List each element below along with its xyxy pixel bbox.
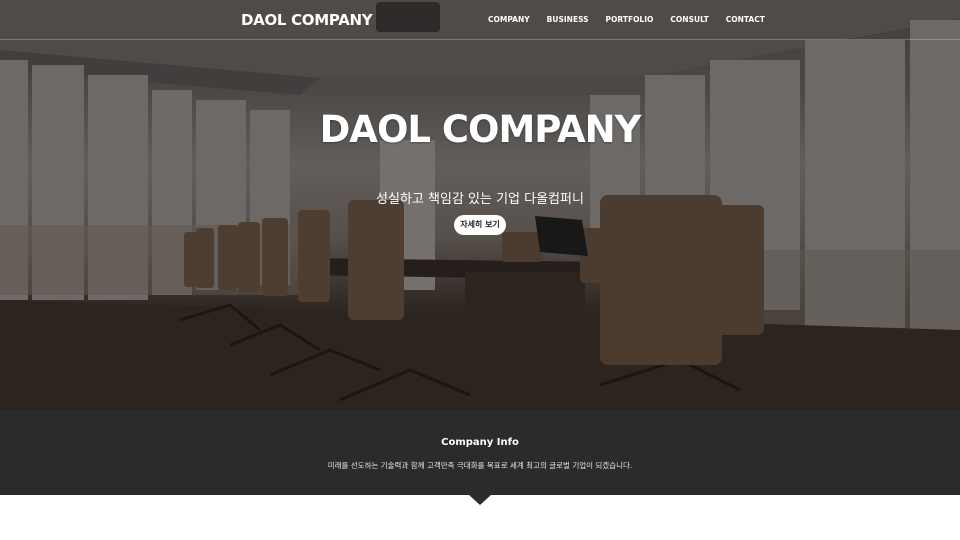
hero-title: DAOL COMPANY [319, 108, 642, 151]
section-pointer-arrow-icon [469, 495, 491, 505]
company-logo[interactable]: DAOL COMPANY [241, 11, 373, 29]
more-details-button[interactable]: 자세히 보기 [454, 215, 506, 235]
company-info-section: Company Info 미래를 선도하는 기술력과 함께 고객만족 극대화를 … [0, 410, 960, 495]
menu-item-portfolio[interactable]: PORTFOLIO [606, 15, 654, 24]
menu-item-contact[interactable]: CONTACT [726, 15, 765, 24]
hero-subtitle: 성실하고 책임감 있는 기업 다올컴퍼니 [376, 192, 584, 207]
menu-item-business[interactable]: BUSINESS [547, 15, 589, 24]
company-info-description: 미래를 선도하는 기술력과 함께 고객만족 극대화를 목표로 세계 최고의 글로… [327, 461, 633, 470]
menu-item-consult[interactable]: CONSULT [670, 15, 708, 24]
main-menu: COMPANY BUSINESS PORTFOLIO CONSULT CONTA… [488, 15, 782, 24]
top-navigation: DAOL COMPANY COMPANY BUSINESS PORTFOLIO … [0, 0, 960, 40]
company-info-title: Company Info [441, 437, 519, 448]
menu-item-company[interactable]: COMPANY [488, 15, 530, 24]
